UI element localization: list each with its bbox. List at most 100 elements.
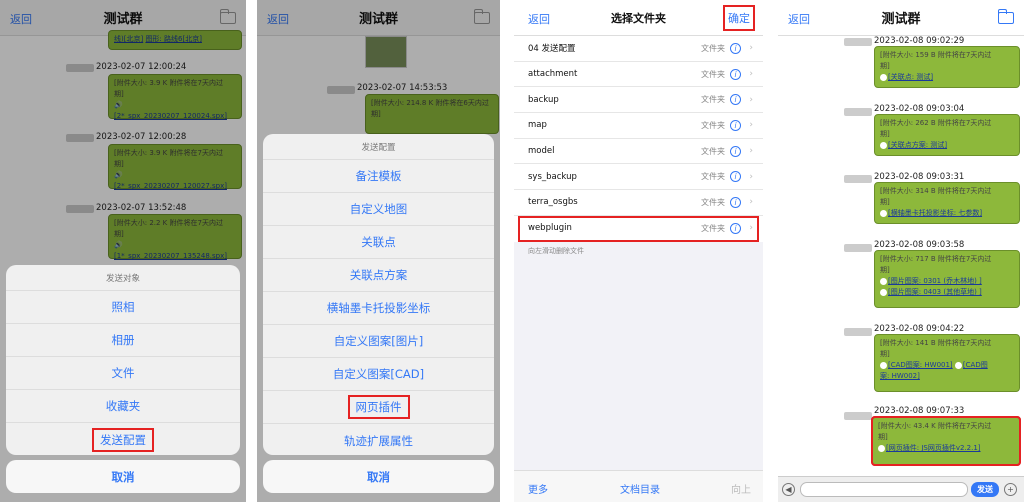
folder-row[interactable]: sys_backup 文件夹 i › — [514, 164, 763, 191]
attachment-info: [附件大小: 159 B 附件将在7天内过 — [880, 51, 992, 59]
message-bubble[interactable]: [附件大小: 314 B 附件将在7天内过 期] [横轴墨卡托投影坐标: 七参数… — [874, 182, 1020, 224]
sheet-item-label: 发送配置 — [92, 427, 154, 452]
folder-kind: 文件夹 — [701, 146, 725, 156]
folder-row[interactable]: terra_osgbs 文件夹 i › — [514, 190, 763, 216]
cancel-button[interactable]: 取消 — [263, 460, 494, 493]
back-button[interactable]: 返回 — [788, 11, 810, 27]
sheet-item-favorites[interactable]: 收藏夹 — [6, 390, 240, 423]
sheet-item-custom-map[interactable]: 自定义地图 — [263, 193, 494, 226]
attachment-info: 期] — [880, 62, 890, 70]
info-icon[interactable]: i — [730, 119, 741, 131]
message-bubble[interactable]: [附件大小: 717 B 附件将在7天内过 期] [图片图案: 0301 (乔木… — [874, 250, 1020, 308]
left-arrow-icon[interactable]: ◀ — [782, 483, 795, 496]
message-bubble[interactable]: [附件大小: 262 B 附件将在7天内过 期] [关联点方案: 测试] — [874, 114, 1020, 156]
message-bubble[interactable]: [附件大小: 141 B 附件将在7天内过 期] [CAD图案: HW001] … — [874, 334, 1020, 392]
folder-row-selected[interactable]: webplugin 文件夹 i › — [518, 215, 759, 242]
avatar — [844, 328, 872, 336]
message-time: 2023-02-08 09:03:04 — [874, 104, 965, 114]
attachment-link[interactable]: [横轴墨卡托投影坐标: 七参数] — [888, 209, 982, 217]
folder-kind: 文件夹 — [701, 43, 725, 53]
attachment-info: [附件大小: 141 B 附件将在7天内过 — [880, 339, 992, 347]
panel-chat-result: 返回 测试群 2023-02-08 09:02:29 [附件大小: 159 B … — [778, 0, 1024, 502]
sheet-item-track-attributes[interactable]: 轨迹扩展属性 — [263, 424, 494, 455]
sheet-item-mercator[interactable]: 横轴墨卡托投影坐标 — [263, 292, 494, 325]
avatar — [844, 412, 872, 420]
action-sheet: 发送配置 备注模板 自定义地图 关联点 关联点方案 横轴墨卡托投影坐标 自定义图… — [263, 134, 494, 455]
attachment-info: [附件大小: 717 B 附件将在7天内过 — [880, 255, 992, 263]
attachment-info: 期] — [880, 266, 890, 274]
attachment-link[interactable]: 案: HW002] — [880, 372, 920, 380]
bottom-toolbar: 更多 文档目录 向上 — [514, 470, 763, 502]
panel-send-target: 返回 测试群 线)[北京] 图形: 路线6[北京] 2023-02-07 12:… — [0, 0, 246, 502]
attachment-link[interactable]: [网页插件: JS网页插件v2.2.1] — [886, 444, 981, 452]
radio-icon — [954, 361, 962, 369]
sheet-item-camera[interactable]: 照相 — [6, 291, 240, 324]
sheet-item-label: 横轴墨卡托投影坐标 — [326, 301, 431, 315]
folder-icon[interactable] — [997, 9, 1014, 24]
info-icon[interactable]: i — [730, 196, 741, 208]
sheet-item-link-point[interactable]: 关联点 — [263, 226, 494, 259]
sheet-item-send-config[interactable]: 发送配置 — [6, 423, 240, 455]
folder-name: 04 发送配置 — [528, 44, 576, 55]
folder-row[interactable]: model 文件夹 i › — [514, 139, 763, 165]
folder-row[interactable]: 04 发送配置 文件夹 i › — [514, 36, 763, 62]
folder-kind: 文件夹 — [701, 172, 725, 182]
radio-icon — [878, 444, 885, 452]
up-button[interactable]: 向上 — [731, 481, 751, 496]
info-icon[interactable]: i — [730, 42, 741, 54]
attachment-info: 期] — [880, 198, 890, 206]
chevron-right-icon: › — [749, 197, 753, 208]
attachment-link[interactable]: [CAD图案: HW001] — [888, 361, 953, 369]
more-button[interactable]: 更多 — [528, 481, 548, 496]
folder-list: 04 发送配置 文件夹 i › attachment 文件夹 i › backu… — [514, 36, 763, 242]
cancel-button[interactable]: 取消 — [6, 460, 240, 493]
sheet-item-custom-pattern-image[interactable]: 自定义图案[图片] — [263, 325, 494, 358]
message-time: 2023-02-08 09:07:33 — [874, 406, 965, 416]
confirm-button[interactable]: 确定 — [723, 5, 755, 31]
message-input[interactable] — [800, 482, 968, 497]
sheet-item-link-point-scheme[interactable]: 关联点方案 — [263, 259, 494, 292]
sheet-item-label: 文件 — [111, 366, 135, 380]
info-icon[interactable]: i — [730, 145, 741, 157]
sheet-item-label: 相册 — [111, 333, 135, 347]
sheet-item-custom-pattern-cad[interactable]: 自定义图案[CAD] — [263, 358, 494, 391]
message-bubble-highlighted[interactable]: [附件大小: 43.4 K 附件将在7天内过 期] [网页插件: JS网页插件v… — [871, 416, 1021, 466]
radio-icon — [880, 288, 887, 296]
info-icon[interactable]: i — [730, 68, 741, 80]
attachment-link[interactable]: [图片图案: 0403 (其他草地) ] — [888, 288, 982, 296]
sheet-item-web-plugin[interactable]: 网页插件 — [263, 391, 494, 424]
documents-button[interactable]: 文档目录 — [620, 481, 660, 496]
attachment-link[interactable]: [关联点方案: 测试] — [888, 141, 947, 149]
info-icon[interactable]: i — [730, 171, 741, 183]
sheet-item-album[interactable]: 相册 — [6, 324, 240, 357]
folder-kind: 文件夹 — [701, 95, 725, 105]
message-time: 2023-02-08 09:02:29 — [874, 36, 965, 46]
back-button[interactable]: 返回 — [528, 11, 550, 27]
sheet-item-label: 自定义图案[CAD] — [332, 367, 425, 381]
attachment-link[interactable]: [关联点: 测试] — [888, 73, 933, 81]
message-bubble[interactable]: [附件大小: 159 B 附件将在7天内过 期] [关联点: 测试] — [874, 46, 1020, 88]
message-time: 2023-02-08 09:03:58 — [874, 240, 965, 250]
folder-name: backup — [528, 94, 559, 105]
folder-row[interactable]: backup 文件夹 i › — [514, 87, 763, 114]
sheet-item-label: 备注模板 — [355, 169, 402, 183]
panel-send-config: 返回 测试群 2023-02-07 14:53:53 [附件大小: 214.8 … — [257, 0, 500, 502]
folder-row[interactable]: attachment 文件夹 i › — [514, 62, 763, 88]
folder-name: sys_backup — [528, 171, 577, 182]
attachment-link[interactable]: [CAD图 — [963, 361, 988, 369]
radio-icon — [880, 209, 887, 217]
folder-kind: 文件夹 — [701, 223, 725, 233]
folder-name: attachment — [528, 69, 578, 80]
radio-icon — [880, 361, 887, 369]
attachment-link[interactable]: [图片图案: 0301 (乔木林地) ] — [888, 277, 982, 285]
folder-kind: 文件夹 — [701, 69, 725, 79]
sheet-item-file[interactable]: 文件 — [6, 357, 240, 390]
info-icon[interactable]: i — [730, 94, 741, 106]
sheet-item-label: 关联点方案 — [349, 268, 408, 282]
sheet-item-note-template[interactable]: 备注模板 — [263, 160, 494, 193]
send-button[interactable]: 发送 — [971, 482, 999, 497]
attachment-info: 期] — [880, 130, 890, 138]
plus-icon[interactable]: + — [1004, 483, 1017, 496]
info-icon[interactable]: i — [730, 222, 741, 234]
folder-row[interactable]: map 文件夹 i › — [514, 113, 763, 139]
